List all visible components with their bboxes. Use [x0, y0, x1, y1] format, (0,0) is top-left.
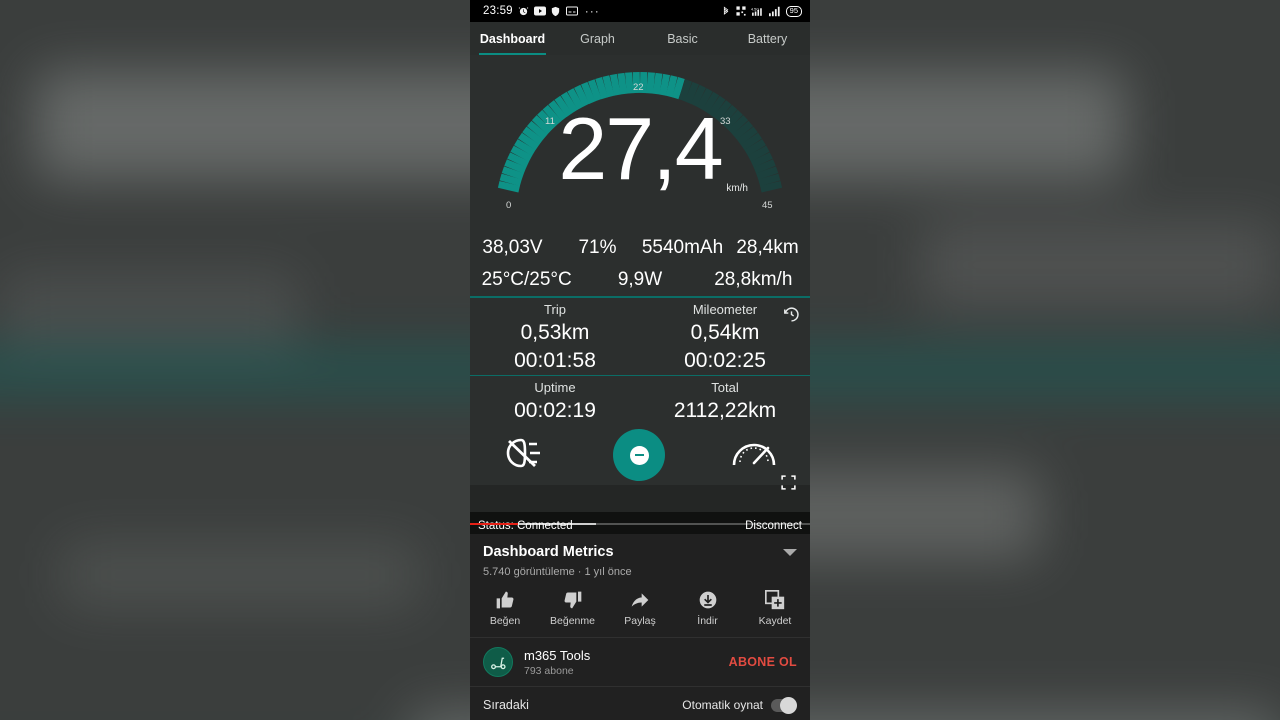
scooter-icon: [490, 657, 506, 669]
total-value: 2112,22km: [673, 399, 777, 422]
uptime-value: 00:02:19: [514, 399, 596, 422]
channel-row[interactable]: m365 Tools 793 abone ABONE OL: [470, 638, 810, 686]
trip-distance: 0,53km: [520, 320, 590, 344]
alarm-icon: [518, 6, 529, 17]
action-icon-row: [470, 425, 810, 490]
progress-played: [470, 523, 518, 525]
avatar[interactable]: [483, 647, 513, 677]
tab-battery[interactable]: Battery: [725, 22, 810, 55]
speed-value: 27,4: [558, 99, 723, 198]
fullscreen-icon[interactable]: [780, 474, 797, 491]
thumbs-down-icon: [564, 591, 581, 609]
mileometer-time: 00:02:25: [684, 348, 766, 372]
uptime-block: Uptime Total 00:02:19 2112,22km: [470, 376, 810, 425]
metrics-row-primary: 38,03V 71% 5540mAh 28,4km: [470, 230, 810, 263]
dislike-label: Beğenme: [550, 615, 595, 627]
video-meta: Dashboard Metrics 5.740 görüntüleme · 1 …: [470, 534, 810, 578]
like-button[interactable]: Beğen: [476, 590, 534, 627]
subscribe-button[interactable]: ABONE OL: [729, 655, 797, 669]
connection-status-text: Status: Connected: [478, 520, 573, 532]
tab-dashboard[interactable]: Dashboard: [470, 22, 555, 55]
download-icon: [699, 591, 716, 609]
speed-gauge: 0 11 22 33 45 27,4 km/h: [470, 55, 810, 230]
signal-icon: [768, 6, 782, 17]
metric-power: 9,9W: [617, 268, 663, 290]
autoplay-toggle[interactable]: [771, 696, 797, 714]
bluetooth-icon: [721, 6, 732, 17]
mileometer-distance: 0,54km: [690, 320, 760, 344]
up-next-label: Sıradaki: [483, 698, 529, 712]
tab-graph[interactable]: Graph: [555, 22, 640, 55]
signal-4g-icon: 4.5G: [751, 6, 765, 17]
download-button[interactable]: İndir: [679, 590, 737, 627]
power-button-icon[interactable]: [613, 429, 665, 481]
video-player-surface[interactable]: Dashboard Graph Basic Battery 0 11 22 33…: [470, 22, 810, 534]
video-action-row: Beğen Beğenme Paylaş İndir Kaydet: [470, 578, 810, 637]
save-icon: [765, 590, 785, 610]
gauge-tick-0: 0: [506, 200, 512, 211]
metric-capacity: 5540mAh: [641, 236, 724, 258]
metric-voltage: 38,03V: [482, 236, 543, 258]
status-bar: 23:59 ··· 4.5G 95: [470, 0, 810, 22]
autoplay-label: Otomatik oynat: [682, 698, 763, 712]
share-label: Paylaş: [624, 615, 656, 627]
trip-block: Trip Mileometer 0,53km 0,54km 00:01:58 0…: [470, 297, 810, 375]
metrics-row-secondary: 25°C/25°C 9,9W 28,8km/h: [470, 263, 810, 296]
gauge-tick-45: 45: [762, 200, 773, 211]
metric-temperature: 25°C/25°C: [481, 268, 572, 290]
download-label: İndir: [697, 615, 718, 627]
chevron-down-icon[interactable]: [783, 549, 797, 556]
status-overflow: ···: [584, 4, 600, 18]
cruise-control-icon[interactable]: [731, 438, 777, 473]
tab-basic[interactable]: Basic: [640, 22, 725, 55]
share-button[interactable]: Paylaş: [611, 590, 669, 627]
dislike-button[interactable]: Beğenme: [544, 590, 602, 627]
headlight-off-icon[interactable]: [503, 436, 547, 475]
screenshot-root: 23:59 ··· 4.5G 95 Dashboard Graph Basic …: [0, 0, 1280, 720]
player-progress-bar[interactable]: [470, 523, 810, 525]
trip-header: Trip: [544, 301, 566, 317]
channel-name: m365 Tools: [524, 647, 591, 663]
qr-icon: [736, 5, 747, 17]
uptime-header: Uptime: [534, 380, 576, 395]
metric-avg-speed: 28,8km/h: [714, 268, 793, 290]
metric-battery-pct: 71%: [578, 236, 617, 258]
channel-subscribers: 793 abone: [524, 664, 574, 677]
app-tab-bar: Dashboard Graph Basic Battery: [470, 22, 810, 55]
youtube-icon: [533, 6, 546, 17]
disconnect-button[interactable]: Disconnect: [745, 520, 802, 532]
video-title: Dashboard Metrics: [483, 544, 614, 560]
metric-distance: 28,4km: [736, 236, 799, 258]
share-icon: [631, 593, 649, 607]
video-stats: 5.740 görüntüleme · 1 yıl önce: [483, 566, 632, 578]
subtitles-icon: [565, 6, 578, 17]
history-icon[interactable]: [783, 306, 800, 323]
like-label: Beğen: [489, 615, 521, 627]
gauge-tick-22: 22: [633, 82, 644, 93]
location-icon: [550, 6, 561, 17]
trip-time: 00:01:58: [514, 348, 596, 372]
save-button[interactable]: Kaydet: [746, 590, 804, 627]
up-next-row: Sıradaki Otomatik oynat: [470, 687, 810, 720]
progress-loaded: [517, 523, 596, 525]
save-label: Kaydet: [758, 615, 792, 627]
phone-screen: 23:59 ··· 4.5G 95 Dashboard Graph Basic …: [470, 0, 810, 720]
thumbs-up-icon: [496, 591, 514, 609]
player-control-strip[interactable]: Status: Connected Disconnect: [470, 512, 810, 534]
battery-indicator: 95: [785, 5, 802, 17]
status-clock: 23:59: [483, 5, 513, 17]
total-header: Total: [711, 380, 739, 395]
speed-unit: km/h: [726, 183, 748, 194]
